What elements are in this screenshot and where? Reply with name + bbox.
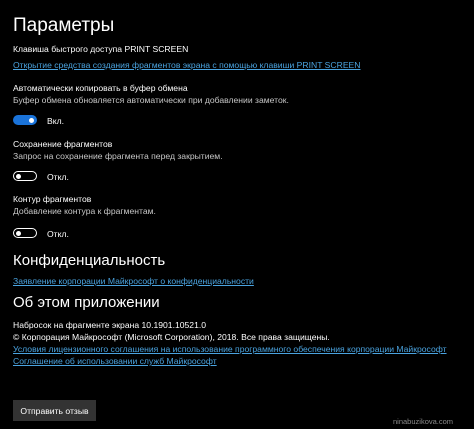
auto-copy-toggle[interactable] [13, 115, 37, 125]
privacy-statement-link[interactable]: Заявление корпорации Майкрософт о конфид… [13, 276, 254, 286]
toggle-knob [16, 173, 21, 179]
outline-toggle[interactable] [13, 228, 37, 238]
app-version: Набросок на фрагменте экрана 10.1901.105… [13, 320, 207, 330]
about-heading: Об этом приложении [13, 294, 160, 311]
auto-copy-description: Буфер обмена обновляется автоматически п… [13, 95, 289, 105]
toggle-knob [29, 117, 34, 123]
auto-copy-title: Автоматически копировать в буфер обмена [13, 83, 188, 93]
outline-state: Откл. [47, 229, 69, 239]
outline-title: Контур фрагментов [13, 194, 92, 204]
services-agreement-link[interactable]: Соглашение об использовании служб Майкро… [13, 356, 217, 366]
save-snips-state: Откл. [47, 172, 69, 182]
page-title: Параметры [13, 15, 115, 36]
toggle-knob [16, 230, 21, 236]
auto-copy-state: Вкл. [47, 116, 64, 126]
outline-description: Добавление контура к фрагментам. [13, 206, 156, 216]
save-snips-title: Сохранение фрагментов [13, 139, 113, 149]
hotkey-title: Клавиша быстрого доступа PRINT SCREEN [13, 44, 189, 54]
hotkey-settings-link[interactable]: Открытие средства создания фрагментов эк… [13, 60, 361, 70]
save-snips-description: Запрос на сохранение фрагмента перед зак… [13, 151, 223, 161]
copyright-text: © Корпорация Майкрософт (Microsoft Corpo… [13, 332, 330, 342]
privacy-heading: Конфиденциальность [13, 252, 166, 269]
save-snips-toggle[interactable] [13, 171, 37, 181]
watermark: ninabuzikova.com [393, 417, 454, 426]
license-terms-link[interactable]: Условия лицензионного соглашения на испо… [13, 344, 447, 354]
send-feedback-button[interactable]: Отправить отзыв [13, 400, 96, 421]
